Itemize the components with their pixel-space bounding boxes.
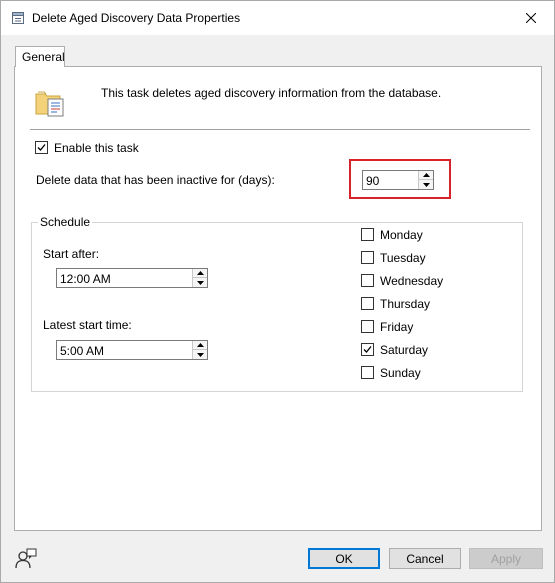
arrow-up-icon [196, 271, 204, 275]
start-after-value: 12:00 AM [60, 272, 111, 286]
arrow-down-icon [196, 352, 204, 357]
checkmark-icon [37, 144, 46, 151]
properties-dialog: Delete Aged Discovery Data Properties Ge… [0, 0, 555, 583]
enable-task-checkbox[interactable] [35, 141, 48, 154]
start-after-picker[interactable]: 12:00 AM [56, 268, 208, 288]
day-checkbox-sunday[interactable] [361, 366, 374, 379]
day-label-friday[interactable]: Friday [380, 320, 413, 334]
day-label-sunday[interactable]: Sunday [380, 366, 421, 380]
spin-up-button[interactable] [193, 341, 207, 350]
arrow-down-icon [196, 280, 204, 285]
latest-start-value: 5:00 AM [60, 344, 105, 358]
apply-button[interactable]: Apply [469, 548, 543, 569]
separator [30, 129, 530, 131]
latest-start-picker[interactable]: 5:00 AM [56, 340, 208, 360]
day-label-saturday[interactable]: Saturday [380, 343, 428, 357]
task-description: This task deletes aged discovery informa… [101, 86, 442, 100]
day-label-wednesday[interactable]: Wednesday [380, 274, 443, 288]
arrow-up-icon [196, 343, 204, 347]
day-checkbox-wednesday[interactable] [361, 274, 374, 287]
tab-general[interactable]: General [15, 46, 65, 67]
checkmark-icon [363, 346, 372, 353]
day-checkbox-monday[interactable] [361, 228, 374, 241]
day-label-thursday[interactable]: Thursday [380, 297, 430, 311]
day-label-tuesday[interactable]: Tuesday [380, 251, 426, 265]
schedule-group [31, 222, 523, 392]
day-checkbox-tuesday[interactable] [361, 251, 374, 264]
folder-document-icon [35, 91, 64, 117]
title-bar: Delete Aged Discovery Data Properties [1, 1, 554, 35]
day-checkbox-saturday[interactable] [361, 343, 374, 356]
spin-down-button[interactable] [193, 278, 207, 287]
highlight-box [349, 159, 451, 199]
close-icon [526, 13, 536, 23]
enable-task-label[interactable]: Enable this task [54, 141, 139, 155]
general-tab-panel: This task deletes aged discovery informa… [14, 66, 542, 531]
day-label-monday[interactable]: Monday [380, 228, 423, 242]
spinner-buttons [192, 269, 207, 287]
day-checkbox-thursday[interactable] [361, 297, 374, 310]
ok-button[interactable]: OK [308, 548, 380, 569]
cancel-button[interactable]: Cancel [389, 548, 461, 569]
latest-start-label: Latest start time: [43, 318, 132, 332]
properties-icon [12, 12, 24, 24]
day-checkbox-friday[interactable] [361, 320, 374, 333]
start-after-label: Start after: [43, 247, 100, 261]
spin-down-button[interactable] [193, 350, 207, 359]
schedule-title: Schedule [38, 215, 93, 229]
spin-up-button[interactable] [193, 269, 207, 278]
inactive-days-label: Delete data that has been inactive for (… [36, 173, 275, 187]
close-button[interactable] [508, 1, 554, 35]
spinner-buttons [192, 341, 207, 359]
help-user-icon[interactable] [15, 548, 37, 570]
window-title: Delete Aged Discovery Data Properties [32, 11, 241, 25]
